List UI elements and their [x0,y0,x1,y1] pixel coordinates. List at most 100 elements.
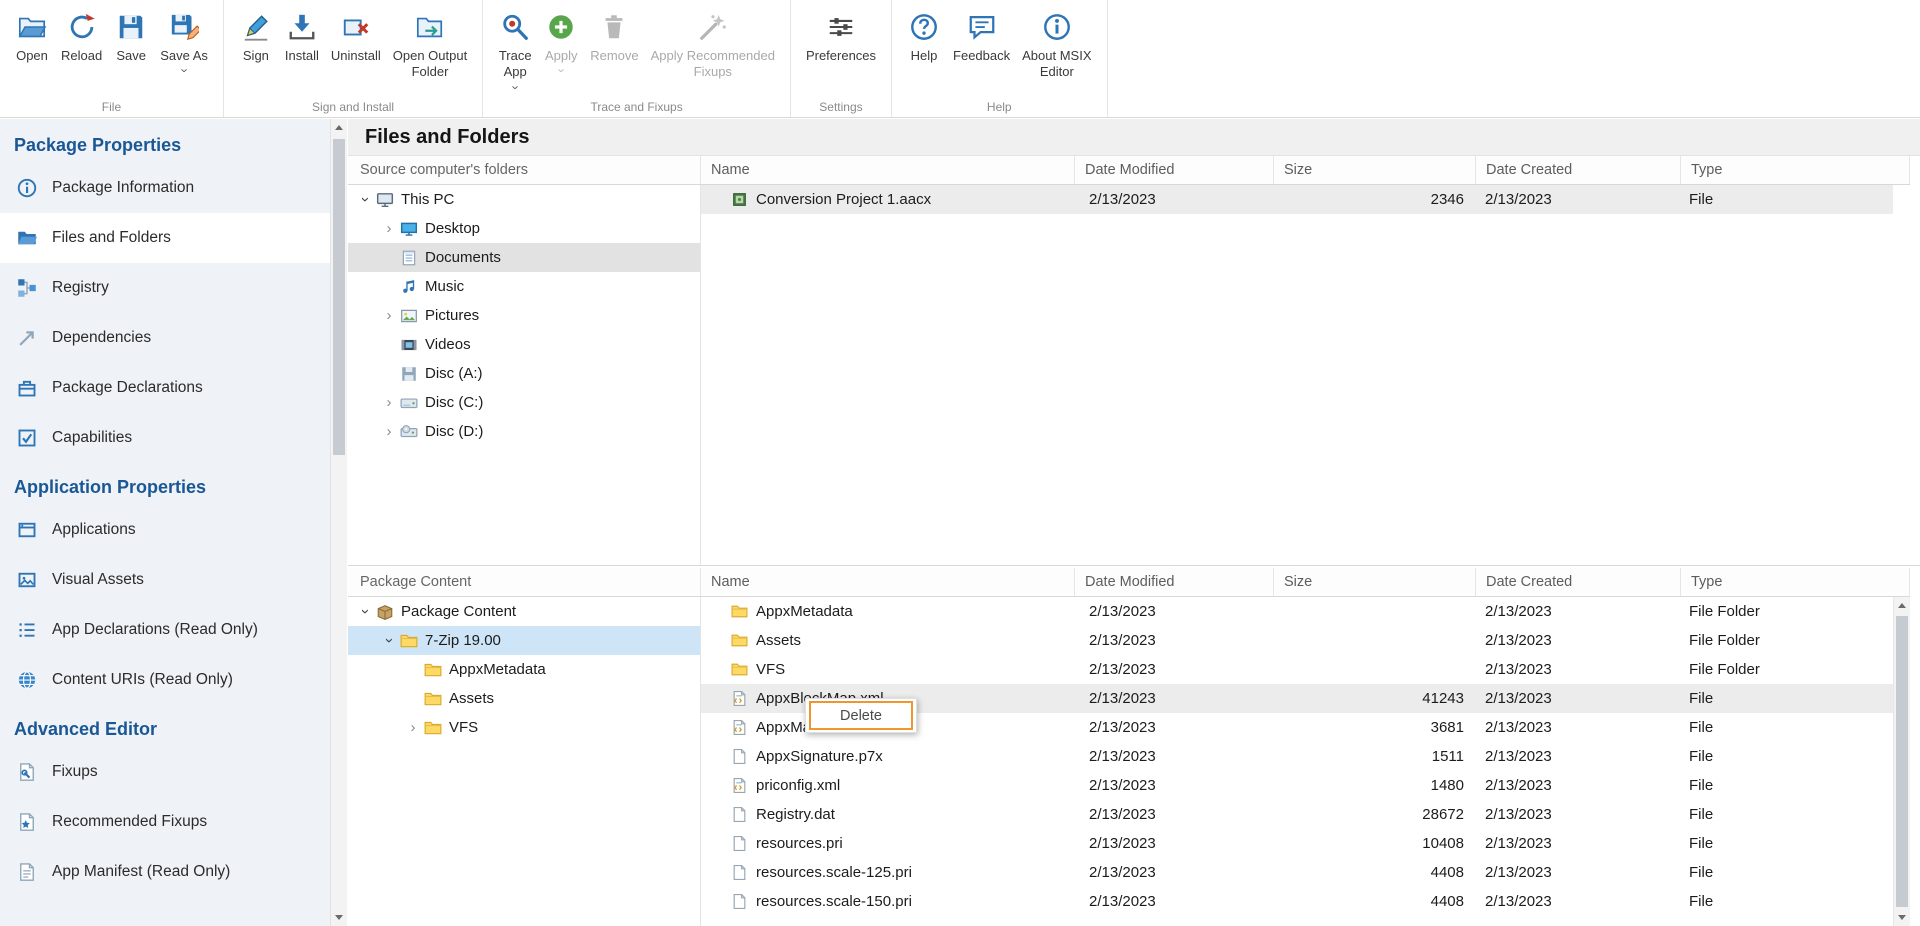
sidebar-item-app-manifest-read-only[interactable]: App Manifest (Read Only) [0,847,330,897]
chevron-icon[interactable]: › [380,632,398,649]
file-row-resources-pri[interactable]: resources.pri 2/13/2023 10408 2/13/2023 … [701,829,1893,858]
scroll-down-button[interactable] [1894,909,1910,926]
chevron-icon[interactable] [404,690,422,707]
tree-item-disc-d[interactable]: › Disc (D:) [348,417,700,446]
column-header-date-modified[interactable]: Date Modified [1075,568,1274,596]
file-icon [731,893,748,910]
save-as-button[interactable]: Save As › [154,6,214,80]
chevron-icon[interactable]: › [380,423,398,440]
tree-item-package-content[interactable]: › Package Content [348,597,700,626]
tree-item-videos[interactable]: Videos [348,330,700,359]
file-type: File [1681,864,1893,881]
save-button[interactable]: Save [108,6,154,68]
tree-item-assets[interactable]: Assets [348,684,700,713]
file-row-conversion-project-1-aacx[interactable]: Conversion Project 1.aacx 2/13/2023 2346… [701,185,1893,214]
sidebar-item-app-declarations-read-only[interactable]: App Declarations (Read Only) [0,605,330,655]
sidebar-item-capabilities[interactable]: Capabilities [0,413,330,463]
tree-item-7-zip-19-00[interactable]: › 7-Zip 19.00 [348,626,700,655]
tree-item-documents[interactable]: Documents [348,243,700,272]
scrollbar-thumb[interactable] [1896,616,1908,907]
chevron-icon[interactable]: › [380,220,398,237]
file-row-assets[interactable]: Assets 2/13/2023 2/13/2023 File Folder [701,626,1893,655]
chevron-icon[interactable] [380,249,398,266]
scroll-up-button[interactable] [1894,597,1910,614]
feedback-button[interactable]: Feedback [947,6,1016,68]
sidebar-item-recommended-fixups[interactable]: Recommended Fixups [0,797,330,847]
chevron-icon[interactable]: › [356,603,374,620]
sign-button[interactable]: Sign [233,6,279,68]
sidebar-scrollbar[interactable] [330,119,347,926]
sidebar-item-visual-assets[interactable]: Visual Assets [0,555,330,605]
sidebar-item-content-uris-read-only[interactable]: Content URIs (Read Only) [0,655,330,705]
chevron-down-icon: › [179,69,190,73]
sidebar-item-registry[interactable]: Registry [0,263,330,313]
ribbon-buttons: Preferences [800,6,882,68]
trace-app-button[interactable]: Trace App › [492,6,538,97]
sidebar-item-files-and-folders[interactable]: Files and Folders [0,213,330,263]
preferences-button[interactable]: Preferences [800,6,882,68]
sidebar-item-applications[interactable]: Applications [0,505,330,555]
uninstall-button[interactable]: Uninstall [325,6,387,68]
tree-item-disc-c[interactable]: › Disc (C:) [348,388,700,417]
column-header-type[interactable]: Type [1681,568,1910,596]
tree-item-appxmetadata[interactable]: AppxMetadata [348,655,700,684]
column-header-date-modified[interactable]: Date Modified [1075,156,1274,184]
ribbon-button-label: Install [285,48,319,64]
column-header-name[interactable]: Name [701,156,1075,184]
chevron-icon[interactable]: › [356,191,374,208]
chevron-icon[interactable]: › [380,394,398,411]
file-row-resources-scale-150-pri[interactable]: resources.scale-150.pri 2/13/2023 4408 2… [701,887,1893,916]
file-row-appxmetadata[interactable]: AppxMetadata 2/13/2023 2/13/2023 File Fo… [701,597,1893,626]
sidebar-item-package-information[interactable]: Package Information [0,163,330,213]
pc-icon [376,191,394,209]
chevron-icon[interactable] [380,365,398,382]
tree-item-pictures[interactable]: › Pictures [348,301,700,330]
ribbon-button-label: Trace App [499,48,532,81]
ribbon-toolbar: Open Reload Save Save As › File Sign Ins… [0,0,1920,118]
scroll-down-button[interactable] [331,909,347,926]
tree-item-desktop[interactable]: › Desktop [348,214,700,243]
page-title: Files and Folders [348,119,1920,156]
sidebar-item-fixups[interactable]: Fixups [0,747,330,797]
sidebar-item-package-declarations[interactable]: Package Declarations [0,363,330,413]
ribbon-button-label: Help [911,48,938,64]
folder-yellow-icon [731,603,748,620]
sidebar-item-label: Applications [52,521,136,539]
column-header-size[interactable]: Size [1274,568,1476,596]
chevron-icon[interactable]: › [404,719,422,736]
scrollbar-thumb[interactable] [333,139,345,455]
chevron-icon[interactable] [404,661,422,678]
file-row-vfs[interactable]: VFS 2/13/2023 2/13/2023 File Folder [701,655,1893,684]
file-row-resources-scale-125-pri[interactable]: resources.scale-125.pri 2/13/2023 4408 2… [701,858,1893,887]
about-msix-editor-button[interactable]: About MSIX Editor [1016,6,1097,85]
scroll-up-button[interactable] [331,119,347,136]
install-button[interactable]: Install [279,6,325,68]
chevron-icon[interactable] [380,278,398,295]
file-row-priconfig-xml[interactable]: priconfig.xml 2/13/2023 1480 2/13/2023 F… [701,771,1893,800]
tree-item-this-pc[interactable]: › This PC [348,185,700,214]
chevron-icon[interactable]: › [380,307,398,324]
apply-button[interactable]: Apply › [538,6,584,80]
column-header-type[interactable]: Type [1681,156,1910,184]
sidebar-item-dependencies[interactable]: Dependencies [0,313,330,363]
package-list-scrollbar[interactable] [1893,597,1910,926]
column-header-date-created[interactable]: Date Created [1476,156,1681,184]
apply-recommended-fixups-button[interactable]: Apply Recommended Fixups [645,6,781,85]
help-button[interactable]: Help [901,6,947,68]
file-row-registry-dat[interactable]: Registry.dat 2/13/2023 28672 2/13/2023 F… [701,800,1893,829]
open-output-folder-button[interactable]: Open Output Folder [387,6,473,85]
context-menu-item-delete[interactable]: Delete [809,701,913,730]
file-size: 4408 [1274,893,1476,910]
column-header-name[interactable]: Name [701,568,1075,596]
tree-item-disc-a[interactable]: Disc (A:) [348,359,700,388]
column-header-size[interactable]: Size [1274,156,1476,184]
open-button[interactable]: Open [9,6,55,68]
reload-button[interactable]: Reload [55,6,108,68]
file-row-appxsignature-p7x[interactable]: AppxSignature.p7x 2/13/2023 1511 2/13/20… [701,742,1893,771]
xml-file-icon [731,719,748,736]
column-header-date-created[interactable]: Date Created [1476,568,1681,596]
chevron-icon[interactable] [380,336,398,353]
tree-item-vfs[interactable]: › VFS [348,713,700,742]
remove-button[interactable]: Remove [584,6,644,68]
tree-item-music[interactable]: Music [348,272,700,301]
